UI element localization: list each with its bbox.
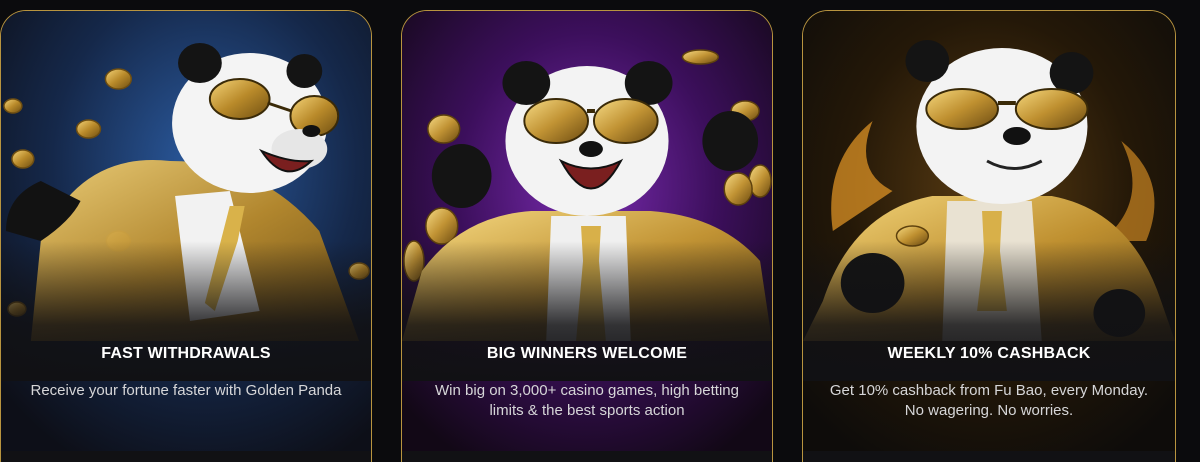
promo-cards: FAST WITHDRAWALS Receive your fortune fa… xyxy=(0,0,1200,462)
card-description: Win big on 3,000+ casino games, high bet… xyxy=(435,382,739,419)
card-title: FAST WITHDRAWALS xyxy=(101,345,271,362)
card-description: Get 10% cashback from Fu Bao, every Mond… xyxy=(829,382,1149,419)
promo-card-big-winners[interactable]: BIG WINNERS WELCOME Win big on 3,000+ ca… xyxy=(401,10,773,462)
card-description: Receive your fortune faster with Golden … xyxy=(30,382,342,399)
card-title: WEEKLY 10% CASHBACK xyxy=(887,345,1091,362)
promo-card-weekly-cashback[interactable]: WEEKLY 10% CASHBACK Get 10% cashback fro… xyxy=(802,10,1176,462)
card-title: BIG WINNERS WELCOME xyxy=(486,345,688,362)
promo-card-fast-withdrawals[interactable]: FAST WITHDRAWALS Receive your fortune fa… xyxy=(0,10,372,462)
